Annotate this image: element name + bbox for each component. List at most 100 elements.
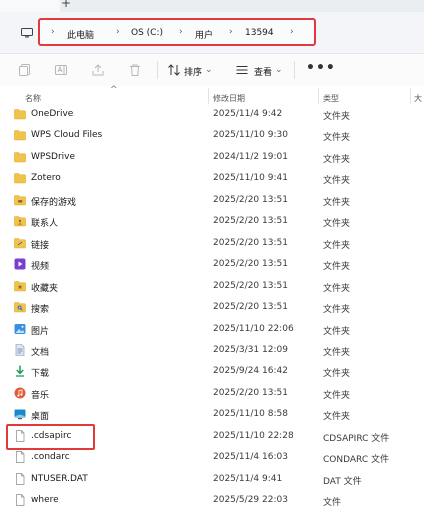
file-type: 文件夹 <box>323 262 351 273</box>
file-row[interactable]: 视频 2025/2/20 13:51 文件夹 <box>0 254 424 275</box>
sort-ascending-icon: ^ <box>110 85 118 95</box>
file-row[interactable]: WPS Cloud Files 2025/11/10 9:30 文件夹 <box>0 125 424 146</box>
chevron-down-icon: ⌄ <box>275 65 283 75</box>
column-header-name[interactable]: 名称 <box>25 93 41 104</box>
column-header-size[interactable]: 大 <box>414 93 422 104</box>
file-type: 文件夹 <box>323 240 351 251</box>
file-name[interactable]: 链接 <box>31 238 49 251</box>
file-name[interactable]: 搜索 <box>31 302 49 315</box>
file-icon <box>16 494 25 506</box>
file-type: 文件夹 <box>323 305 351 316</box>
copy-icon[interactable] <box>18 63 32 77</box>
file-row[interactable]: 图片 2025/11/10 22:06 文件夹 <box>0 319 424 340</box>
file-row[interactable]: NTUSER.DAT 2025/11/4 9:41 DAT 文件 <box>0 469 424 490</box>
file-type: 文件夹 <box>323 369 351 380</box>
chevron-right-icon: › <box>290 27 294 37</box>
file-row[interactable]: 文档 2025/3/31 12:09 文件夹 <box>0 340 424 361</box>
breadcrumb-item-drive[interactable]: OS (C:) <box>131 28 163 38</box>
file-modified-date: 2025/11/4 16:03 <box>213 452 288 463</box>
file-name[interactable]: 视频 <box>31 259 49 272</box>
file-modified-date: 2025/11/10 9:30 <box>213 130 288 141</box>
column-divider[interactable] <box>410 88 411 104</box>
view-icon[interactable] <box>235 63 249 77</box>
new-tab-button[interactable]: + <box>61 0 71 9</box>
breadcrumb-item-user[interactable]: 13594 <box>245 28 274 38</box>
file-name[interactable]: NTUSER.DAT <box>31 474 88 484</box>
file-modified-date: 2025/11/4 9:42 <box>213 109 283 119</box>
file-name[interactable]: WPS Cloud Files <box>31 130 102 140</box>
file-modified-date: 2025/11/10 8:58 <box>213 409 288 420</box>
file-modified-date: 2025/2/20 13:51 <box>213 216 288 227</box>
delete-icon[interactable] <box>128 63 142 77</box>
file-name[interactable]: OneDrive <box>31 109 73 119</box>
breadcrumb[interactable]: › 此电脑 › OS (C:) › 用户 › 13594 › <box>38 18 316 46</box>
file-type: 文件夹 <box>323 112 351 122</box>
contacts-icon <box>14 216 26 227</box>
toolbar-separator <box>157 61 158 79</box>
file-name[interactable]: 桌面 <box>31 409 49 422</box>
file-name[interactable]: .condarc <box>31 452 70 462</box>
documents-icon <box>15 344 25 356</box>
sort-icon[interactable] <box>167 63 181 77</box>
file-name[interactable]: 图片 <box>31 324 49 337</box>
sort-button[interactable]: 排序 <box>184 65 202 78</box>
share-icon[interactable] <box>91 63 105 77</box>
file-row[interactable]: OneDrive 2025/11/4 9:42 文件夹 <box>0 104 424 125</box>
file-modified-date: 2025/9/24 16:42 <box>213 366 288 377</box>
chevron-right-icon: › <box>116 27 120 37</box>
highlight-box <box>6 424 95 450</box>
file-name[interactable]: where <box>31 495 59 505</box>
folder-icon <box>14 152 26 163</box>
file-type: 文件夹 <box>323 412 351 423</box>
file-type: 文件夹 <box>323 390 351 401</box>
file-name[interactable]: 文档 <box>31 345 49 358</box>
rename-icon[interactable] <box>54 63 68 77</box>
music-icon <box>14 387 26 399</box>
file-row[interactable]: .condarc 2025/11/4 16:03 CONDARC 文件 <box>0 447 424 468</box>
this-pc-icon[interactable] <box>21 28 33 38</box>
file-name[interactable]: 音乐 <box>31 388 49 401</box>
breadcrumb-item-users[interactable]: 用户 <box>195 28 213 41</box>
file-row[interactable]: 音乐 2025/2/20 13:51 文件夹 <box>0 383 424 404</box>
column-divider[interactable] <box>318 88 319 104</box>
file-name[interactable]: WPSDrive <box>31 152 75 162</box>
file-type: 文件夹 <box>323 176 351 187</box>
view-button[interactable]: 查看 <box>254 65 272 78</box>
downloads-icon <box>16 365 24 378</box>
column-divider[interactable] <box>208 88 209 104</box>
file-type: CONDARC 文件 <box>323 455 389 466</box>
file-modified-date: 2025/11/4 9:41 <box>213 473 283 484</box>
file-row[interactable]: 联系人 2025/2/20 13:51 文件夹 <box>0 211 424 232</box>
file-row[interactable]: 收藏夹 2025/2/20 13:51 文件夹 <box>0 276 424 297</box>
active-tab[interactable] <box>0 0 60 12</box>
file-row[interactable]: 下载 2025/9/24 16:42 文件夹 <box>0 361 424 382</box>
file-name[interactable]: 联系人 <box>31 216 58 229</box>
file-name[interactable]: 保存的游戏 <box>31 195 76 208</box>
column-header-date[interactable]: 修改日期 <box>213 93 245 104</box>
file-row[interactable]: Zotero 2025/11/10 9:41 文件夹 <box>0 168 424 189</box>
column-header-type[interactable]: 类型 <box>323 93 339 104</box>
file-row[interactable]: 搜索 2025/2/20 13:51 文件夹 <box>0 297 424 318</box>
folder-icon <box>14 173 26 184</box>
file-name[interactable]: 收藏夹 <box>31 281 58 294</box>
file-icon <box>16 472 25 485</box>
file-type: 文件夹 <box>323 133 351 144</box>
file-row[interactable]: WPSDrive 2024/11/2 19:01 文件夹 <box>0 147 424 168</box>
file-name[interactable]: 下载 <box>31 366 49 379</box>
file-row[interactable]: 链接 2025/2/20 13:51 文件夹 <box>0 233 424 254</box>
toolbar-separator <box>294 61 295 79</box>
file-type: DAT 文件 <box>323 476 362 487</box>
chevron-right-icon: › <box>229 27 233 37</box>
file-name[interactable]: Zotero <box>31 173 61 183</box>
file-modified-date: 2025/3/31 12:09 <box>213 344 288 355</box>
file-modified-date: 2025/2/20 13:51 <box>213 194 288 205</box>
file-row[interactable]: 桌面 2025/11/10 8:58 文件夹 <box>0 404 424 425</box>
file-type: 文件夹 <box>323 347 351 358</box>
file-type: 文件夹 <box>323 219 351 230</box>
file-row[interactable]: 保存的游戏 2025/2/20 13:51 文件夹 <box>0 190 424 211</box>
more-options-button[interactable]: ••• <box>306 60 336 76</box>
column-header-row: ^ 名称 修改日期 类型 大 <box>0 85 424 106</box>
file-type: 文件夹 <box>323 326 351 337</box>
breadcrumb-item-this-pc[interactable]: 此电脑 <box>67 28 94 41</box>
favorites-icon <box>14 280 26 291</box>
